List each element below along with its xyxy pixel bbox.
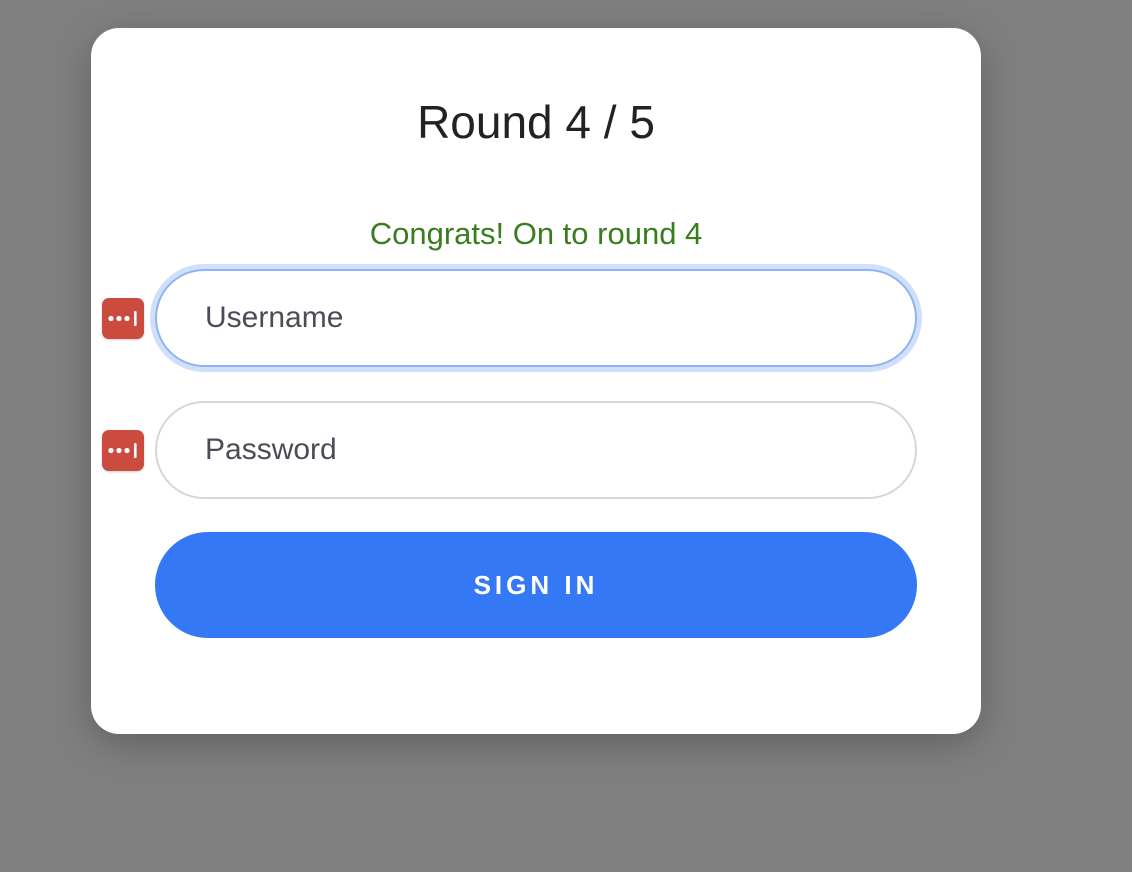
password-manager-icon[interactable] <box>102 298 144 339</box>
username-input[interactable] <box>205 271 885 365</box>
password-manager-icon[interactable] <box>102 430 144 471</box>
login-card: Round 4 / 5 Congrats! On to round 4 SIGN… <box>91 28 981 734</box>
status-message: Congrats! On to round 4 <box>369 216 703 251</box>
password-input[interactable] <box>205 403 885 497</box>
username-field[interactable] <box>155 269 917 367</box>
password-field[interactable] <box>155 401 917 499</box>
round-title: Round 4 / 5 <box>417 96 655 148</box>
sign-in-button[interactable]: SIGN IN <box>155 532 917 638</box>
